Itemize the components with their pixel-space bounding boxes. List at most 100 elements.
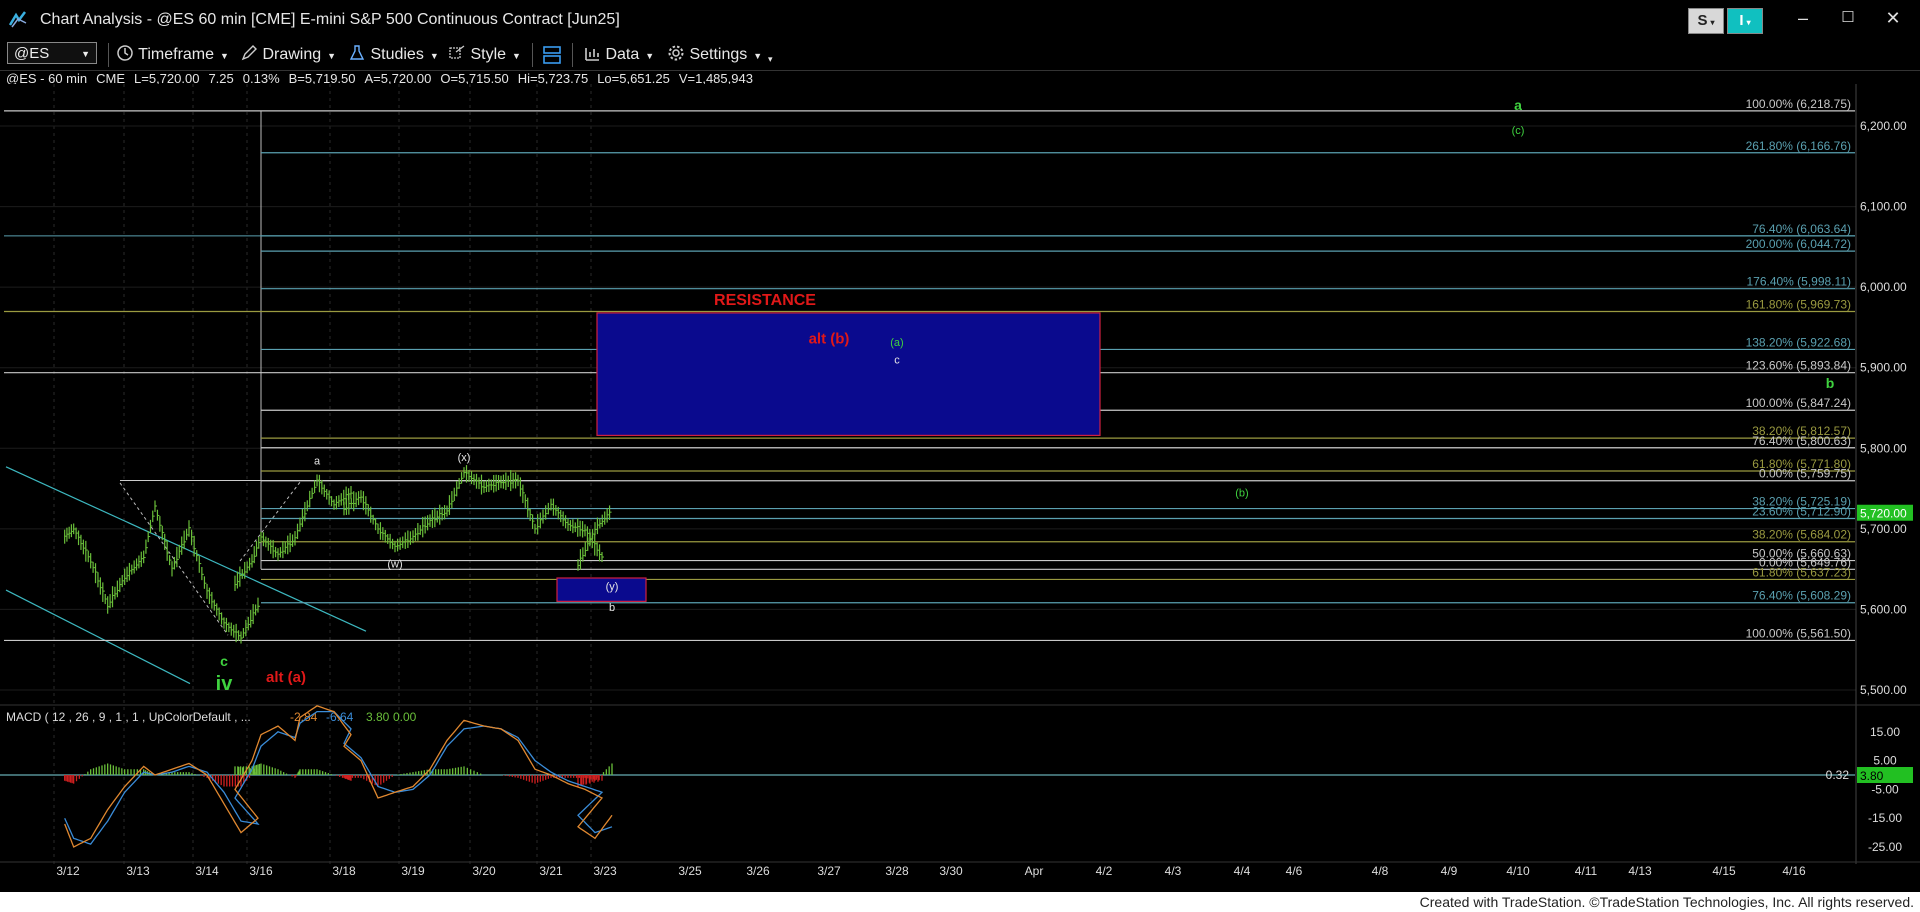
- time-axis-tick: 3/21: [539, 864, 563, 878]
- title-bar: Chart Analysis - @ES 60 min [CME] E-mini…: [0, 0, 1920, 38]
- time-axis-tick: 3/26: [746, 864, 770, 878]
- symbol-value: @ES: [14, 45, 50, 62]
- fib-level-label: 261.80% (6,166.76): [1746, 139, 1851, 153]
- time-axis-tick: 3/13: [126, 864, 150, 878]
- fib-level-label: 176.40% (5,998.11): [1746, 275, 1851, 289]
- fib-level-label: 123.60% (5,893.84): [1746, 359, 1851, 373]
- time-axis-tick: 3/30: [939, 864, 963, 878]
- studies-menu[interactable]: Studies ▼: [348, 44, 439, 66]
- fib-level-label: 23.60% (5,712.90): [1752, 504, 1851, 518]
- time-axis-tick: 3/27: [817, 864, 841, 878]
- macd-zero-value: 0.00: [393, 710, 417, 724]
- flask-icon: [349, 45, 365, 60]
- chevron-down-icon: ▼: [512, 51, 521, 61]
- fib-level-label: 100.00% (6,218.75): [1746, 97, 1851, 111]
- time-axis-tick: 4/8: [1372, 864, 1389, 878]
- time-axis-tick: 3/28: [885, 864, 909, 878]
- fib-level-label: 38.20% (5,684.02): [1752, 528, 1851, 542]
- drawing-menu[interactable]: Drawing ▼: [240, 44, 336, 66]
- time-axis-tick: 3/25: [678, 864, 702, 878]
- wave-label: (a): [890, 337, 903, 349]
- style-menu[interactable]: Style ▼: [448, 44, 521, 66]
- fib-level-label: 100.00% (5,847.24): [1746, 396, 1851, 410]
- layout-button[interactable]: [541, 44, 563, 66]
- drawing-label: Drawing: [262, 46, 322, 63]
- fib-level-label: 161.80% (5,969.73): [1746, 298, 1851, 312]
- price-axis-tick: 5,700.00: [1860, 522, 1907, 536]
- tradestation-logo-icon: [8, 11, 27, 28]
- fib-level-label: 0.00% (5,759.75): [1759, 467, 1851, 481]
- settings-label: Settings: [689, 46, 748, 63]
- i-button[interactable]: I ▾: [1727, 8, 1763, 34]
- price-axis-tick: 5,600.00: [1860, 602, 1907, 616]
- wave-label: c: [220, 653, 228, 669]
- fib-level-label: 76.40% (5,800.63): [1752, 434, 1851, 448]
- resistance-label: RESISTANCE: [714, 292, 816, 309]
- macd-last-label: 3.80: [1860, 769, 1884, 783]
- window-layout-icon: [543, 46, 561, 64]
- wave-label: alt (b): [809, 331, 850, 348]
- macd-axis-tick: 5.00: [1873, 754, 1897, 768]
- wave-label: alt (a): [266, 669, 306, 686]
- time-axis-tick: 3/23: [593, 864, 617, 878]
- time-axis-tick: Apr: [1025, 864, 1044, 878]
- wave-label: a: [1514, 97, 1522, 113]
- time-axis-tick: 3/18: [332, 864, 356, 878]
- wave-label: (b): [1235, 488, 1248, 500]
- wave-label: (c): [1512, 125, 1525, 137]
- clock-icon: [117, 45, 133, 61]
- time-axis-tick: 4/2: [1096, 864, 1113, 878]
- fib-level-label: 61.80% (5,637.23): [1752, 565, 1851, 579]
- last-price-label: 5,720.00: [1860, 507, 1907, 521]
- fib-level-label: 138.20% (5,922.68): [1746, 335, 1851, 349]
- s-button-label: S: [1697, 12, 1708, 29]
- macd-axis-tick: -5.00: [1871, 782, 1899, 796]
- style-label: Style: [470, 46, 507, 63]
- time-axis-tick: 4/6: [1286, 864, 1303, 878]
- wave-label: c: [894, 355, 900, 367]
- price-chart[interactable]: 6,200.00 6,100.00 6,000.00 5,900.00 5,800.00…: [0, 84, 1920, 892]
- time-axis-tick: 4/15: [1712, 864, 1736, 878]
- i-button-label: I: [1739, 12, 1744, 29]
- chevron-down-icon: ▼: [753, 51, 763, 61]
- time-axis-tick: 4/9: [1441, 864, 1458, 878]
- macd-zero-label: 0.32: [1826, 768, 1850, 782]
- close-button[interactable]: ✕: [1873, 4, 1913, 32]
- macd-axis-tick: -25.00: [1868, 840, 1902, 854]
- price-axis-tick: 6,200.00: [1860, 119, 1907, 133]
- footer: Created with TradeStation. ©TradeStation…: [0, 892, 1920, 912]
- chevron-down-icon: ▼: [429, 51, 439, 61]
- data-menu[interactable]: Data ▼: [583, 44, 654, 66]
- timeframe-menu[interactable]: Timeframe ▼: [116, 44, 229, 66]
- time-axis-tick: 3/12: [56, 864, 80, 878]
- fib-level-label: 76.40% (5,608.29): [1752, 589, 1851, 603]
- chevron-down-icon: ▼: [327, 51, 337, 61]
- wave-label: (y): [606, 581, 619, 593]
- toolbar-divider: [532, 43, 533, 67]
- maximize-button[interactable]: ☐: [1828, 4, 1868, 32]
- price-axis-tick: 5,500.00: [1860, 683, 1907, 697]
- data-label: Data: [605, 46, 640, 63]
- chevron-down-icon: ▼: [220, 51, 229, 61]
- timeframe-label: Timeframe: [138, 46, 215, 63]
- price-axis-tick: 5,800.00: [1860, 441, 1907, 455]
- settings-menu[interactable]: Settings ▼: [667, 44, 762, 66]
- macd-value: -2.84: [290, 710, 318, 724]
- s-button[interactable]: S ▾: [1688, 8, 1724, 34]
- wave-label: iv: [216, 673, 234, 695]
- macd-label: MACD ( 12 , 26 , 9 , 1 , 1 , UpColorDefa…: [6, 710, 251, 724]
- minimize-button[interactable]: –: [1783, 4, 1823, 32]
- symbol-input[interactable]: @ES ▼: [7, 42, 97, 64]
- time-axis-tick: 4/11: [1575, 864, 1598, 878]
- toolbar-overflow-button[interactable]: ▾: [768, 48, 773, 70]
- price-axis-tick: 6,100.00: [1860, 200, 1907, 214]
- studies-label: Studies: [370, 46, 424, 63]
- time-axis-tick: 3/16: [249, 864, 273, 878]
- toolbar-divider: [108, 43, 109, 67]
- price-axis-tick: 6,000.00: [1860, 280, 1907, 294]
- time-axis-tick: 4/3: [1165, 864, 1182, 878]
- price-axis-tick: 5,900.00: [1860, 361, 1907, 375]
- time-axis-tick: 4/4: [1234, 864, 1251, 878]
- chevron-down-icon: ▼: [81, 49, 90, 59]
- gear-icon: [668, 45, 684, 61]
